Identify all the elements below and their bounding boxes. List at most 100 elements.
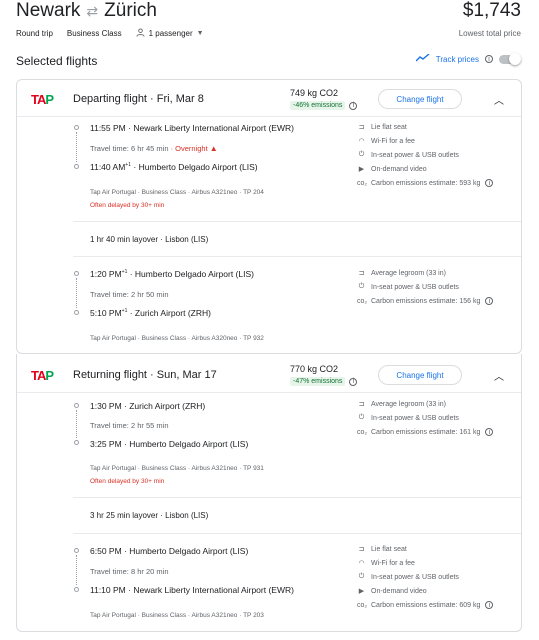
amenity-item: ⊐ Average legroom (33 in) [358, 269, 446, 278]
travel-time: Travel time: 6 hr 45 min [90, 144, 169, 153]
tap-logo: TAP [31, 92, 54, 107]
day-offset: +1 [121, 269, 128, 276]
dep-airport: Humberto Delgado Airport (LIS) [129, 546, 249, 556]
amenity-item: ▶ On-demand video [358, 587, 427, 596]
trend-icon [415, 53, 430, 64]
arr-airport: Zurich Airport (ZRH) [134, 308, 211, 318]
legroom-icon: ⊐ [358, 401, 365, 408]
price-note: Lowest total price [458, 29, 521, 38]
info-icon[interactable]: i [485, 55, 493, 63]
amenity-item: ⊐ Lie flat seat [358, 545, 407, 554]
departing-flight-card: TAP Departing flight · Fri, Mar 8 749 kg… [16, 79, 522, 354]
change-returning-button[interactable]: Change flight [378, 365, 462, 385]
departing-title: Departing flight · Fri, Mar 8 [73, 93, 204, 105]
track-prices-toggle[interactable] [499, 52, 521, 65]
travel-time: Travel time: 2 hr 50 min [90, 290, 169, 299]
amenity-item: co₂ Carbon emissions estimate: 161 kg i [357, 428, 494, 436]
arrival-dot [74, 587, 79, 592]
amenity-item: ⊐ Average legroom (33 in) [358, 400, 446, 409]
returning-co2: 770 kg CO2 [290, 364, 339, 374]
flight-details: Tap Air Portugal · Business Class · Airb… [90, 335, 264, 342]
track-prices[interactable]: Track prices i [415, 52, 521, 65]
cabin-class[interactable]: Business Class [67, 29, 122, 38]
trip-type[interactable]: Round trip [16, 29, 53, 38]
legroom-icon: ⊐ [358, 270, 365, 277]
info-icon[interactable]: i [485, 428, 494, 436]
amenity-item: co₂ Carbon emissions estimate: 156 kg i [357, 297, 494, 305]
amenity-item: ◠ Wi-Fi for a fee [358, 559, 415, 568]
power-icon: ⏻ [358, 414, 365, 421]
emissions-badge: -47% emissions [290, 377, 346, 386]
departure-dot [74, 125, 79, 130]
seat-icon: ⊐ [358, 546, 365, 553]
swap-arrows-icon: ⇄ [86, 2, 99, 19]
dep-time: 1:30 PM [90, 401, 122, 411]
departing-co2: 749 kg CO2 [290, 88, 339, 98]
amenity-item: co₂ Carbon emissions estimate: 593 kg i [357, 179, 494, 187]
arr-time: 11:10 PM [90, 585, 126, 595]
amenity-item: ⏻ In-seat power & USB outlets [358, 573, 459, 581]
info-icon[interactable]: i [349, 101, 358, 110]
arrival-dot [74, 440, 79, 445]
dep-time: 11:55 PM [90, 123, 126, 133]
arr-time: 5:10 PM [90, 308, 122, 318]
origin-city: Newark [16, 0, 81, 21]
amenity-item: co₂ Carbon emissions estimate: 609 kg i [357, 601, 494, 609]
video-icon: ▶ [358, 588, 365, 595]
arr-airport: Humberto Delgado Airport (LIS) [138, 162, 258, 172]
travel-time: Travel time: 2 hr 55 min [90, 421, 169, 430]
departure-dot [74, 548, 79, 553]
amenities-list: ⊐ Lie flat seat ◠ Wi-Fi for a fee ⏻ In-seat… [357, 123, 494, 187]
amenity-item: ⊐ Lie flat seat [358, 123, 407, 132]
flight-details: Tap Air Portugal · Business Class · Airb… [90, 612, 264, 619]
amenity-item: ⏻ In-seat power & USB outlets [358, 151, 459, 159]
departure-dot [74, 271, 79, 276]
info-icon[interactable]: i [485, 179, 494, 187]
dep-airport: Newark Liberty International Airport (EW… [133, 123, 294, 133]
seat-icon: ⊐ [358, 124, 365, 131]
amenities-list: ⊐ Average legroom (33 in) ⏻ In-seat power … [357, 400, 494, 436]
passengers-dropdown[interactable]: 1 passenger ▼ [136, 28, 204, 39]
amenities-list: ⊐ Average legroom (33 in) ⏻ In-seat power … [357, 269, 494, 305]
info-icon[interactable]: i [485, 297, 494, 305]
power-icon: ⏻ [358, 283, 365, 290]
layover-info: 1 hr 40 min layover · Lisbon (LIS) [90, 235, 209, 244]
power-icon: ⏻ [358, 151, 365, 158]
amenity-item: ◠ Wi-Fi for a fee [358, 137, 415, 146]
delay-warning: Often delayed by 30+ min [90, 478, 165, 485]
emissions-badge: -46% emissions [290, 101, 346, 110]
flight-details: Tap Air Portugal · Business Class · Airb… [90, 189, 264, 196]
caret-down-icon: ▼ [196, 30, 204, 37]
change-departing-button[interactable]: Change flight [378, 89, 462, 109]
info-icon[interactable]: i [485, 601, 494, 609]
selected-flights-heading: Selected flights [16, 54, 98, 68]
amenity-item: ▶ On-demand video [358, 165, 427, 174]
arrival-dot [74, 164, 79, 169]
info-icon[interactable]: i [349, 377, 358, 386]
day-offset: +1 [121, 308, 128, 315]
travel-time: Travel time: 8 hr 20 min [90, 567, 169, 576]
collapse-chevron-icon[interactable]: ︿ [494, 92, 504, 107]
returning-flight-card: TAP Returning flight · Sun, Mar 17 770 k… [16, 354, 522, 632]
video-icon: ▶ [358, 166, 365, 173]
amenities-list: ⊐ Lie flat seat ◠ Wi-Fi for a fee ⏻ In-seat… [357, 545, 494, 609]
arr-time: 11:40 AM [90, 162, 126, 172]
collapse-chevron-icon[interactable]: ︿ [494, 368, 504, 383]
warning-icon: ▲ [209, 144, 218, 153]
dep-time: 6:50 PM [90, 546, 122, 556]
search-options: Round trip Business Class 1 passenger ▼ [16, 28, 204, 39]
destination-city: Zürich [104, 0, 157, 21]
departure-dot [74, 403, 79, 408]
delay-warning: Often delayed by 30+ min [90, 202, 165, 209]
dep-airport: Zurich Airport (ZRH) [129, 401, 206, 411]
wifi-icon: ◠ [358, 560, 365, 567]
person-icon [136, 28, 145, 39]
total-price: $1,743 [462, 0, 521, 21]
arr-airport: Newark Liberty International Airport (EW… [133, 585, 294, 595]
arr-time: 3:25 PM [90, 439, 122, 449]
amenity-item: ⏻ In-seat power & USB outlets [358, 283, 459, 291]
co2-icon: co₂ [357, 428, 368, 436]
co2-icon: co₂ [357, 297, 368, 305]
wifi-icon: ◠ [358, 138, 365, 145]
day-offset: +1 [125, 162, 131, 169]
